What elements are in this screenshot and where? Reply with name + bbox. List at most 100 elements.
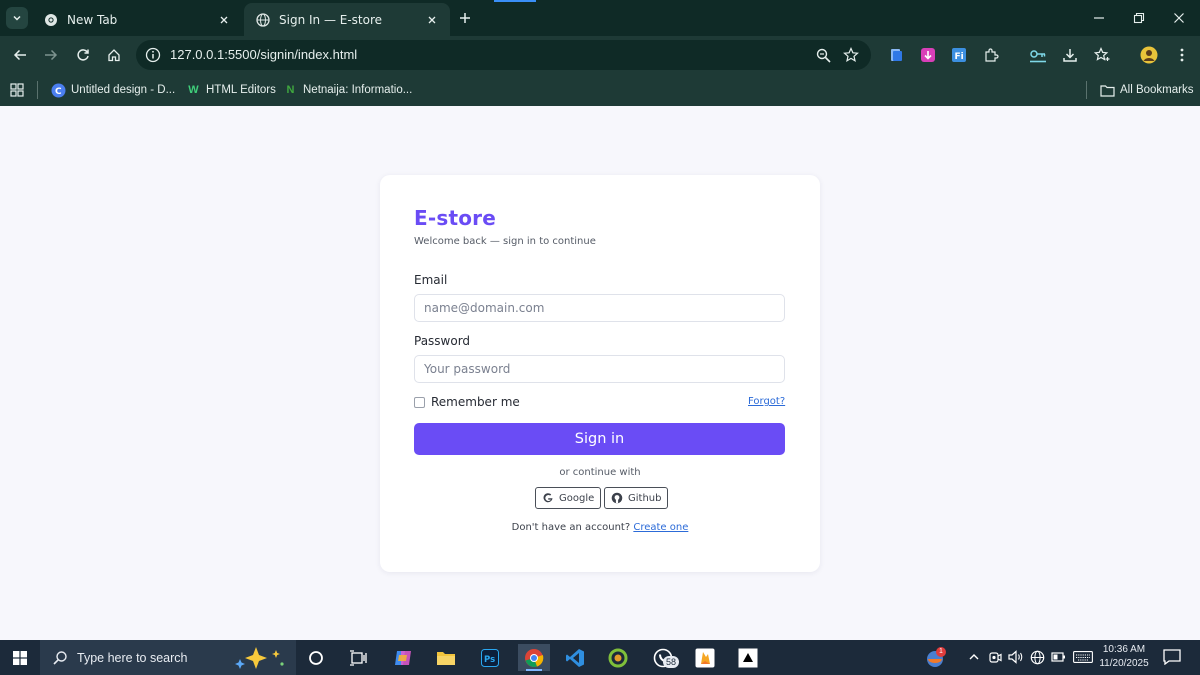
task-view-button[interactable] — [344, 644, 372, 671]
bookmark-item[interactable]: W HTML Editors — [186, 80, 276, 100]
close-window-button[interactable] — [1170, 9, 1188, 27]
tab-drag-indicator — [494, 0, 536, 2]
keyboard-icon[interactable] — [1073, 649, 1093, 665]
tab-search-button[interactable] — [6, 7, 28, 29]
apps-grid-button[interactable] — [10, 80, 24, 100]
tab-sign-in[interactable]: Sign In — E-store — [244, 3, 450, 36]
photoshop-icon: Ps — [481, 648, 499, 667]
profile-avatar[interactable] — [1139, 45, 1159, 65]
extension-download-icon[interactable] — [918, 45, 938, 65]
start-button[interactable] — [6, 644, 34, 671]
bookmark-label: HTML Editors — [206, 84, 276, 96]
network-globe-icon[interactable] — [1029, 649, 1045, 665]
svg-text:Fi: Fi — [955, 52, 964, 62]
whatsapp-app[interactable]: 58 — [646, 644, 680, 671]
bookmark-star-icon[interactable] — [842, 46, 860, 64]
show-hidden-icons-button[interactable] — [966, 649, 982, 665]
signin-subtitle: Welcome back — sign in to continue — [414, 236, 596, 247]
extension-fi-icon[interactable]: Fi — [949, 45, 969, 65]
extension-docs-icon[interactable] — [886, 45, 906, 65]
home-button[interactable] — [104, 45, 124, 65]
photoshop-app[interactable]: Ps — [476, 644, 504, 671]
search-placeholder: Type here to search — [77, 650, 188, 665]
create-account-link[interactable]: Create one — [633, 522, 688, 533]
system-clock[interactable]: 10:36 AM 11/20/2025 — [1098, 643, 1150, 671]
site-info-icon[interactable] — [144, 46, 162, 64]
browser-menu-button[interactable] — [1172, 45, 1192, 65]
back-button[interactable] — [10, 45, 30, 65]
clock-date: 11/20/2025 — [1099, 658, 1149, 669]
zoom-icon[interactable] — [814, 46, 832, 64]
email-field[interactable] — [414, 294, 785, 322]
close-icon[interactable] — [216, 12, 232, 28]
bookmark-label: Untitled design - D... — [71, 84, 176, 96]
more-vertical-icon — [1180, 48, 1184, 62]
bookmark-item[interactable]: N Netnaija: Informatio... — [283, 80, 413, 100]
password-field[interactable] — [414, 355, 785, 383]
minimize-button[interactable] — [1090, 9, 1108, 27]
forgot-password-link[interactable]: Forgot? — [748, 396, 785, 407]
reload-icon — [77, 49, 89, 61]
restore-icon — [1133, 12, 1145, 24]
chrome-icon — [44, 13, 58, 27]
bookmark-label: Netnaija: Informatio... — [303, 84, 413, 96]
flame-icon — [695, 648, 715, 667]
taskbar-search-box[interactable]: Type here to search — [40, 640, 296, 675]
password-key-icon[interactable] — [1028, 45, 1048, 65]
downloads-icon[interactable] — [1060, 45, 1080, 65]
google-label: Google — [559, 492, 595, 504]
firebase-app[interactable] — [691, 644, 719, 671]
notifications-button[interactable] — [1163, 648, 1181, 666]
all-bookmarks-button[interactable]: All Bookmarks — [1100, 80, 1194, 100]
restore-button[interactable] — [1130, 9, 1148, 27]
speaker-icon[interactable] — [1008, 649, 1024, 665]
tab-title: Sign In — E-store — [279, 12, 383, 27]
battery-icon[interactable] — [1050, 649, 1066, 665]
address-bar[interactable]: 127.0.0.1:5500/signin/index.html — [136, 40, 871, 70]
minimize-icon — [1094, 17, 1104, 19]
remember-me-checkbox[interactable] — [414, 396, 425, 408]
forward-button[interactable] — [41, 45, 61, 65]
brand-logo: E-store — [414, 206, 496, 230]
extensions-puzzle-icon[interactable] — [981, 45, 1001, 65]
reading-list-star-icon[interactable] — [1092, 45, 1112, 65]
sign-in-button[interactable]: Sign in — [414, 423, 785, 455]
email-label: Email — [414, 273, 448, 287]
camera-tray-icon[interactable] — [987, 649, 1003, 665]
chrome-icon — [525, 648, 544, 667]
bookmark-item[interactable]: C Untitled design - D... — [51, 80, 175, 100]
bookmarks-bar: C Untitled design - D... W HTML Editors … — [0, 74, 1200, 106]
green-app[interactable] — [604, 644, 632, 671]
svg-text:Ps: Ps — [484, 655, 495, 665]
chat-bubble-icon — [1163, 649, 1181, 665]
chevron-down-icon — [13, 15, 21, 21]
vscode-app[interactable] — [561, 644, 589, 671]
page-content: E-store Welcome back — sign in to contin… — [0, 106, 1200, 640]
new-tab-button[interactable] — [456, 9, 474, 27]
triangle-app[interactable] — [734, 644, 762, 671]
notification-app[interactable]: 1 — [922, 644, 950, 671]
close-icon[interactable] — [424, 12, 440, 28]
chrome-app[interactable] — [518, 644, 550, 671]
search-icon — [53, 651, 67, 665]
swirl-icon — [608, 648, 628, 667]
reload-button[interactable] — [73, 45, 93, 65]
windows-logo-icon — [13, 650, 27, 665]
url-text[interactable]: 127.0.0.1:5500/signin/index.html — [170, 47, 357, 62]
circle-icon — [309, 650, 323, 665]
whatsapp-unread-badge: 58 — [663, 656, 680, 668]
arrow-right-icon — [45, 49, 58, 61]
remember-me-row[interactable]: Remember me — [414, 395, 520, 409]
triangle-icon — [738, 648, 758, 667]
tab-new-tab[interactable]: New Tab — [32, 3, 242, 36]
file-explorer-app[interactable] — [432, 644, 460, 671]
w-logo-icon: W — [188, 84, 199, 96]
canva-icon: C — [51, 83, 66, 98]
browser-toolbar: 127.0.0.1:5500/signin/index.html Fi — [0, 36, 1200, 74]
cortana-button[interactable] — [302, 644, 330, 671]
google-sign-in-button[interactable]: Google — [535, 487, 602, 509]
bookmarks-divider — [1086, 81, 1087, 99]
github-icon — [611, 492, 623, 504]
copilot-app[interactable] — [389, 644, 417, 671]
github-sign-in-button[interactable]: Github — [604, 487, 669, 509]
